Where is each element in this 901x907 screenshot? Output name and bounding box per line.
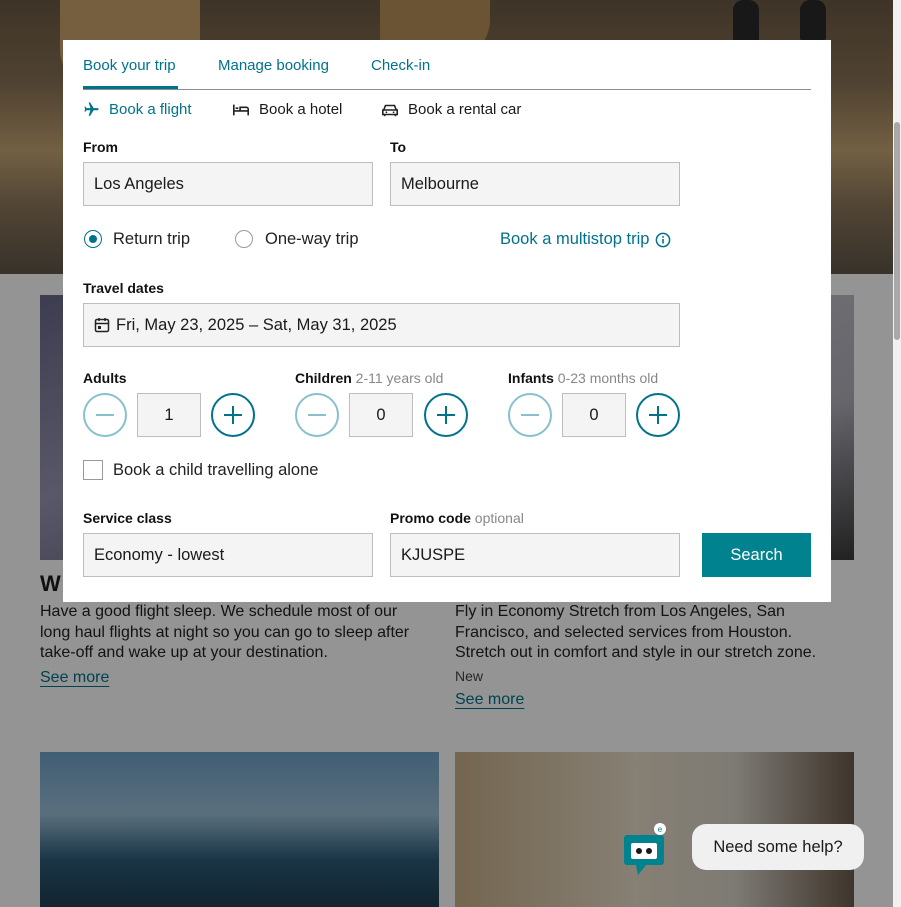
from-input[interactable]: Los Angeles xyxy=(83,162,373,206)
subtab-label: Book a hotel xyxy=(259,101,343,118)
promo-code-label: Promo code optional xyxy=(390,510,524,526)
adults-label-text: Adults xyxy=(83,370,127,386)
subtab-book-flight[interactable]: Book a flight xyxy=(83,101,192,118)
infants-increment-button[interactable] xyxy=(636,393,680,437)
return-trip-label[interactable]: Return trip xyxy=(113,230,190,249)
multistop-label: Book a multistop trip xyxy=(500,230,650,248)
car-icon xyxy=(381,104,399,116)
promo-code-hint: optional xyxy=(474,510,524,526)
minus-icon xyxy=(96,414,114,416)
active-tab-indicator xyxy=(83,86,178,89)
booking-tabs: Book your trip Manage booking Check-in xyxy=(83,40,811,90)
search-button[interactable]: Search xyxy=(702,533,811,577)
booking-panel: Book your trip Manage booking Check-in B… xyxy=(63,40,831,602)
adults-count[interactable]: 1 xyxy=(137,393,201,437)
children-label-text: Children xyxy=(295,370,352,386)
tab-manage-booking[interactable]: Manage booking xyxy=(218,57,329,74)
child-alone-checkbox[interactable] xyxy=(83,460,103,480)
children-decrement-button[interactable] xyxy=(295,393,339,437)
infants-decrement-button[interactable] xyxy=(508,393,552,437)
plus-icon xyxy=(649,406,667,424)
info-icon xyxy=(656,232,671,247)
travel-dates-value: Fri, May 23, 2025 – Sat, May 31, 2025 xyxy=(116,315,397,334)
one-way-trip-radio[interactable] xyxy=(235,230,253,248)
svg-text:e: e xyxy=(658,825,663,834)
travel-dates-input[interactable]: Fri, May 23, 2025 – Sat, May 31, 2025 xyxy=(83,303,680,347)
travel-dates-label: Travel dates xyxy=(83,280,164,296)
from-label: From xyxy=(83,139,118,155)
help-bubble[interactable]: Need some help? xyxy=(692,824,864,870)
infants-label-text: Infants xyxy=(508,370,554,386)
adults-decrement-button[interactable] xyxy=(83,393,127,437)
one-way-trip-label[interactable]: One-way trip xyxy=(265,230,359,249)
tab-book-your-trip[interactable]: Book your trip xyxy=(83,57,176,74)
subtab-book-car[interactable]: Book a rental car xyxy=(381,101,521,118)
children-increment-button[interactable] xyxy=(424,393,468,437)
to-input[interactable]: Melbourne xyxy=(390,162,680,206)
adults-label: Adults xyxy=(83,370,127,386)
service-class-select[interactable]: Economy - lowest xyxy=(83,533,373,577)
calendar-icon xyxy=(94,318,110,333)
subtab-book-hotel[interactable]: Book a hotel xyxy=(232,101,342,118)
multistop-link[interactable]: Book a multistop trip xyxy=(500,230,671,249)
tab-check-in[interactable]: Check-in xyxy=(371,57,430,74)
subtab-label: Book a rental car xyxy=(408,101,522,118)
scrollbar-thumb[interactable] xyxy=(894,122,900,340)
airplane-icon xyxy=(84,102,99,116)
promo-code-input[interactable]: KJUSPE xyxy=(390,533,680,577)
bed-icon xyxy=(232,104,250,115)
robot-icon: e xyxy=(624,823,666,875)
minus-icon xyxy=(308,414,326,416)
minus-icon xyxy=(521,414,539,416)
infants-label: Infants 0-23 months old xyxy=(508,370,658,386)
promo-code-label-text: Promo code xyxy=(390,510,471,526)
children-label: Children 2-11 years old xyxy=(295,370,443,386)
chatbot-icon[interactable]: e xyxy=(622,823,668,875)
plus-icon xyxy=(437,406,455,424)
children-count[interactable]: 0 xyxy=(349,393,413,437)
plus-icon xyxy=(224,406,242,424)
children-hint: 2-11 years old xyxy=(355,370,444,386)
infants-hint: 0-23 months old xyxy=(557,370,659,386)
infants-count[interactable]: 0 xyxy=(562,393,626,437)
child-alone-label[interactable]: Book a child travelling alone xyxy=(113,461,318,480)
subtab-label: Book a flight xyxy=(109,101,192,118)
return-trip-radio[interactable] xyxy=(84,230,102,248)
adults-increment-button[interactable] xyxy=(211,393,255,437)
to-label: To xyxy=(390,139,407,155)
service-class-label: Service class xyxy=(83,510,172,526)
